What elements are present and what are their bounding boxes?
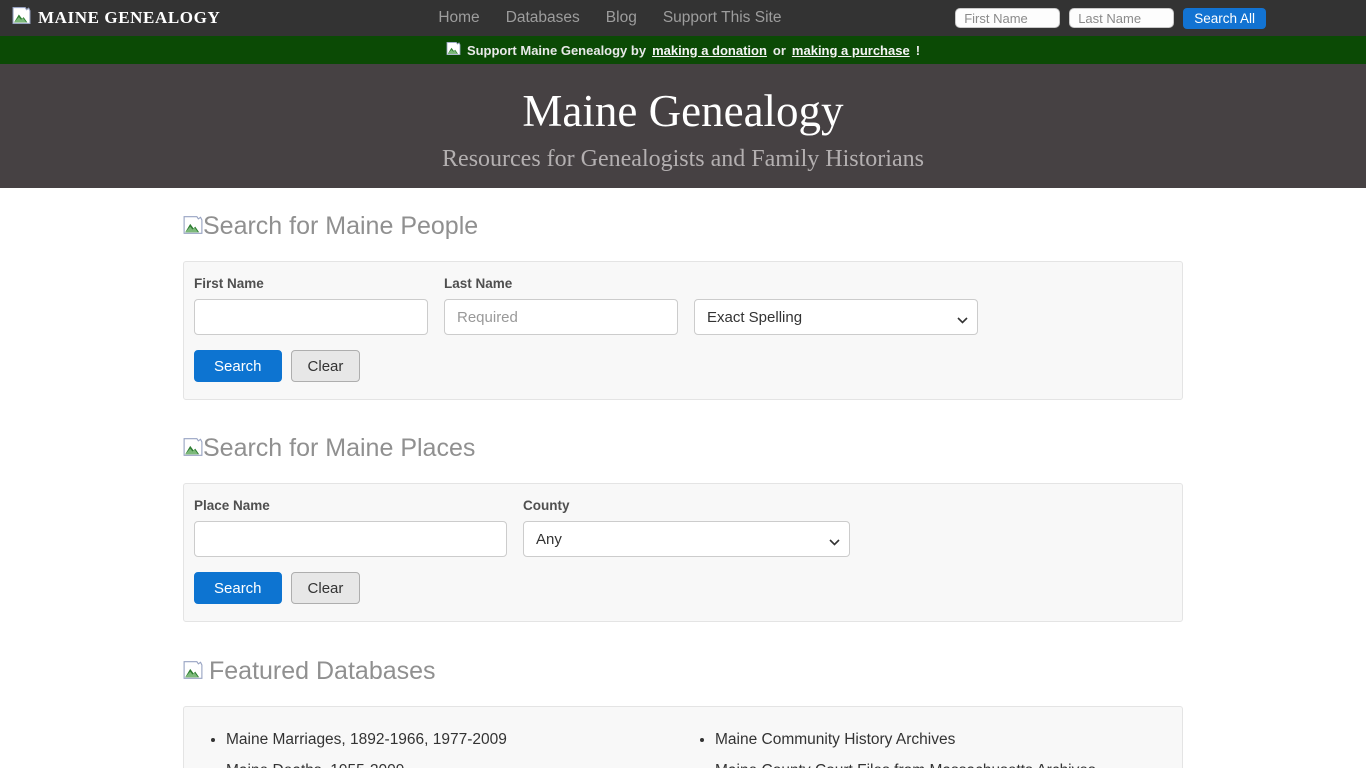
page-subtitle: Resources for Genealogists and Family Hi… [0,146,1366,173]
broken-image-icon [446,42,461,58]
people-clear-button[interactable]: Clear [291,350,361,382]
purchase-link[interactable]: making a purchase [792,43,910,58]
database-link[interactable]: Maine Community History Archives [715,731,1172,748]
last-name-input[interactable] [444,299,678,335]
banner-text-prefix: Support Maine Genealogy by [467,43,646,58]
navbar-first-name-input[interactable] [955,8,1060,28]
people-search-button[interactable]: Search [194,350,282,382]
navbar-last-name-input[interactable] [1069,8,1174,28]
nav-item-blog[interactable]: Blog [606,9,637,27]
last-name-label: Last Name [444,276,678,291]
featured-right-column: Maine Community History Archives Maine C… [683,731,1172,768]
broken-image-icon [183,657,203,686]
first-name-input[interactable] [194,299,428,335]
people-search-heading-label: Search for Maine People [203,212,478,241]
place-search-heading-label: Search for Maine Places [203,434,475,463]
featured-databases-heading: Featured Databases [183,657,1183,686]
featured-databases-panel: Maine Marriages, 1892-1966, 1977-2009 Ma… [183,706,1183,768]
broken-image-icon [12,7,31,29]
broken-image-icon [183,434,203,463]
place-search-heading: Search for Maine Places [183,434,1183,463]
nav-item-databases[interactable]: Databases [506,9,580,27]
nav-item-home[interactable]: Home [438,9,479,27]
database-link[interactable]: Maine County Court Files from Massachuse… [715,762,1172,768]
site-title: MAINE GENEALOGY [38,8,220,28]
county-select[interactable]: Any [523,521,850,557]
donation-link[interactable]: making a donation [652,43,767,58]
nav-item-support-this-site[interactable]: Support This Site [663,9,782,27]
spelling-select[interactable]: Exact Spelling [694,299,978,335]
database-link[interactable]: Maine Deaths, 1955-2009 [226,762,683,768]
place-name-label: Place Name [194,498,507,513]
county-label: County [523,498,850,513]
main-content: Search for Maine People First Name Last … [183,212,1183,768]
place-name-input[interactable] [194,521,507,557]
broken-image-icon [183,212,203,241]
featured-databases-heading-label: Featured Databases [209,657,436,686]
people-search-heading: Search for Maine People [183,212,1183,241]
first-name-label: First Name [194,276,428,291]
banner-text-suffix: ! [916,43,920,58]
navbar-quick-search: Search All [955,8,1354,29]
database-link[interactable]: Maine Marriages, 1892-1966, 1977-2009 [226,731,683,748]
search-all-button[interactable]: Search All [1183,8,1266,29]
hero-header: Maine Genealogy Resources for Genealogis… [0,64,1366,188]
place-search-panel: Place Name County Any Search Clear [183,483,1183,622]
main-nav: Home Databases Blog Support This Site [438,9,781,27]
top-navbar: MAINE GENEALOGY Home Databases Blog Supp… [0,0,1366,36]
site-logo[interactable]: MAINE GENEALOGY [12,7,220,29]
place-search-button[interactable]: Search [194,572,282,604]
featured-left-column: Maine Marriages, 1892-1966, 1977-2009 Ma… [194,731,683,768]
page-title: Maine Genealogy [0,84,1366,138]
support-banner: Support Maine Genealogy by making a dona… [0,36,1366,64]
people-search-panel: First Name Last Name Exact Spelling [183,261,1183,400]
banner-text-connector: or [773,43,786,58]
place-clear-button[interactable]: Clear [291,572,361,604]
